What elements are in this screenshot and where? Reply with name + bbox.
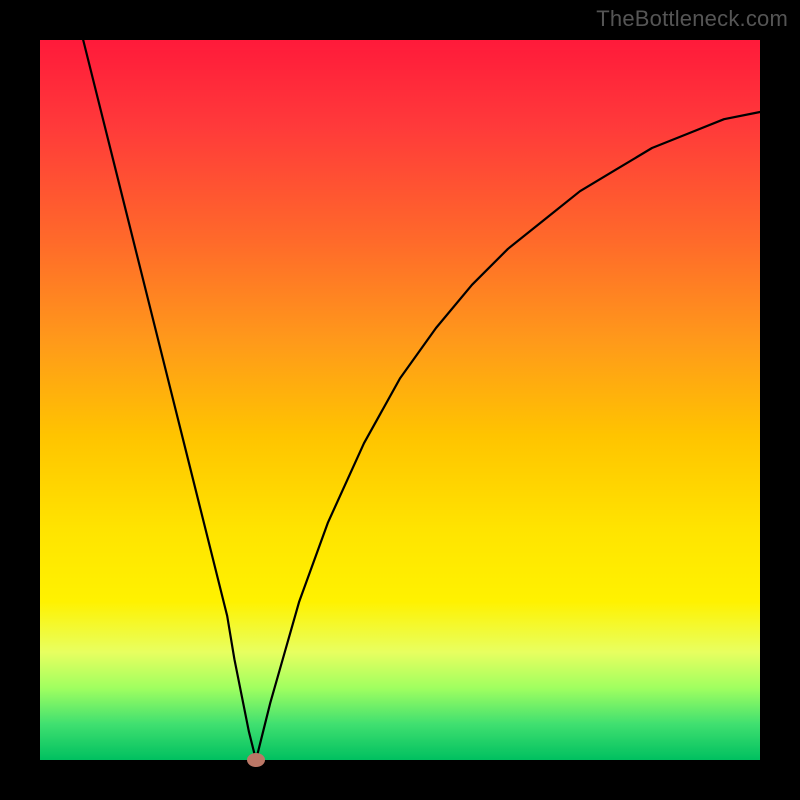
bottleneck-curve — [40, 40, 760, 760]
chart-frame: TheBottleneck.com — [0, 0, 800, 800]
watermark-text: TheBottleneck.com — [596, 6, 788, 32]
minimum-marker — [247, 753, 265, 767]
plot-area — [40, 40, 760, 760]
